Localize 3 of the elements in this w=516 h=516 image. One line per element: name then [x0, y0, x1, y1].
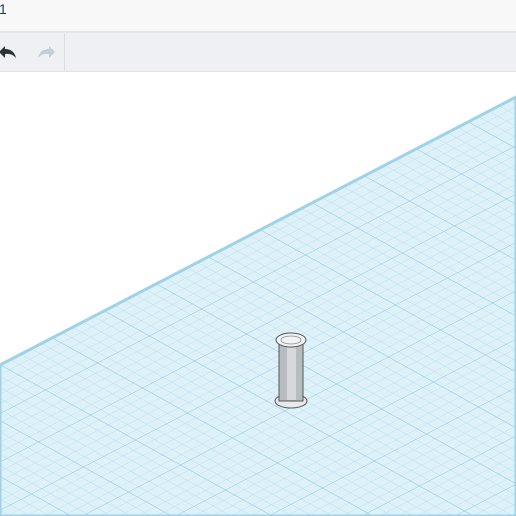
undo-icon	[0, 44, 18, 60]
design-title: 1	[0, 0, 7, 17]
redo-icon	[36, 44, 56, 60]
